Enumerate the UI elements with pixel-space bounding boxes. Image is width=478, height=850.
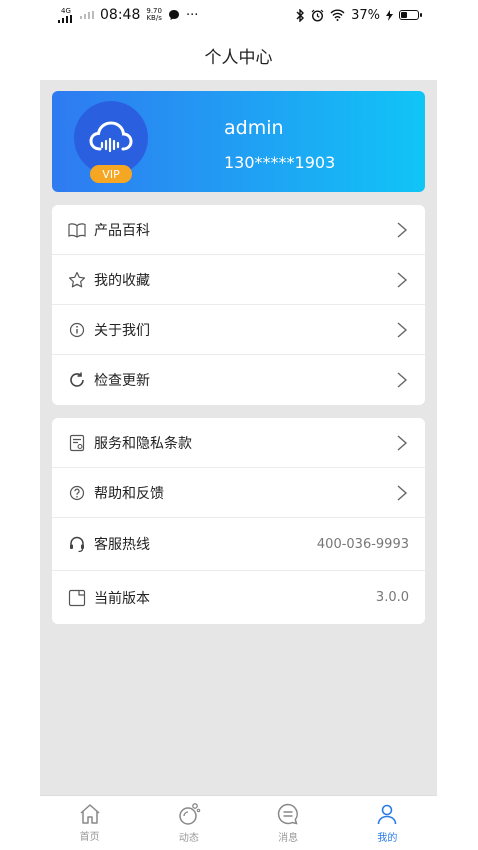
user-icon (378, 804, 397, 825)
vip-badge: VIP (90, 165, 132, 183)
status-time: 08:48 (100, 7, 141, 23)
status-bar: 4G 08:48 9.70 KB/s ··· 37% (40, 0, 437, 30)
tab-mine[interactable]: 我的 (338, 796, 437, 850)
wifi-icon (330, 9, 345, 21)
help-icon (68, 484, 86, 502)
chevron-right-icon (397, 372, 408, 388)
message-icon (277, 803, 299, 825)
avatar[interactable] (74, 101, 148, 175)
menu-item-my-favorites[interactable]: 我的收藏 (52, 255, 425, 305)
menu-item-about-us[interactable]: 关于我们 (52, 305, 425, 355)
profile-card[interactable]: VIP admin 130*****1903 (52, 91, 425, 192)
charging-icon (386, 9, 393, 21)
star-icon (68, 271, 86, 289)
chevron-right-icon (397, 321, 408, 338)
signal-2-icon (80, 11, 94, 19)
menu-item-terms-privacy[interactable]: 服务和隐私条款 (52, 418, 425, 468)
battery-icon (399, 10, 422, 20)
page-title: 个人中心 (40, 30, 437, 80)
chat-bubble-icon (168, 10, 179, 20)
menu-group-general: 产品百科 我的收藏 关于我们 检查更新 (52, 205, 425, 405)
username: admin (224, 117, 284, 139)
chevron-right-icon (397, 221, 408, 238)
chevron-right-icon (397, 484, 408, 501)
phone-number: 130*****1903 (224, 153, 336, 172)
version-number: 3.0.0 (375, 590, 409, 605)
bottom-tab-bar: 首页 动态 消息 我的 (40, 795, 437, 850)
document-icon (68, 434, 86, 452)
chevron-right-icon (397, 271, 408, 288)
hotline-number: 400-036-9993 (316, 536, 409, 552)
cloud-icon (89, 121, 133, 153)
menu-item-check-update[interactable]: 检查更新 (52, 355, 425, 405)
refresh-icon (68, 371, 86, 389)
dynamic-icon (179, 803, 201, 825)
net-speed: 9.70 KB/s (146, 7, 162, 22)
home-icon (80, 804, 100, 824)
headset-icon (68, 535, 86, 553)
book-icon (68, 221, 86, 239)
bluetooth-icon (296, 8, 305, 22)
more-notifications: ··· (185, 7, 199, 23)
tab-messages[interactable]: 消息 (239, 796, 338, 850)
menu-group-service: 服务和隐私条款 帮助和反馈 客服热线 400-036-9993 当前版本 3.0… (52, 418, 425, 624)
chevron-right-icon (397, 434, 408, 451)
version-icon (68, 589, 86, 607)
signal-icon: 4G (58, 7, 74, 23)
menu-item-product-encyclopedia[interactable]: 产品百科 (52, 205, 425, 255)
battery-percent: 37% (351, 7, 380, 23)
phone-screen: 4G 08:48 9.70 KB/s ··· 37% 个人中心 VIP admi… (40, 0, 437, 850)
tab-dynamic[interactable]: 动态 (139, 796, 238, 850)
info-icon (68, 321, 86, 339)
tab-home[interactable]: 首页 (40, 796, 139, 850)
menu-item-help-feedback[interactable]: 帮助和反馈 (52, 468, 425, 518)
menu-item-current-version: 当前版本 3.0.0 (52, 571, 425, 624)
menu-item-customer-hotline[interactable]: 客服热线 400-036-9993 (52, 518, 425, 571)
alarm-icon (311, 9, 324, 22)
